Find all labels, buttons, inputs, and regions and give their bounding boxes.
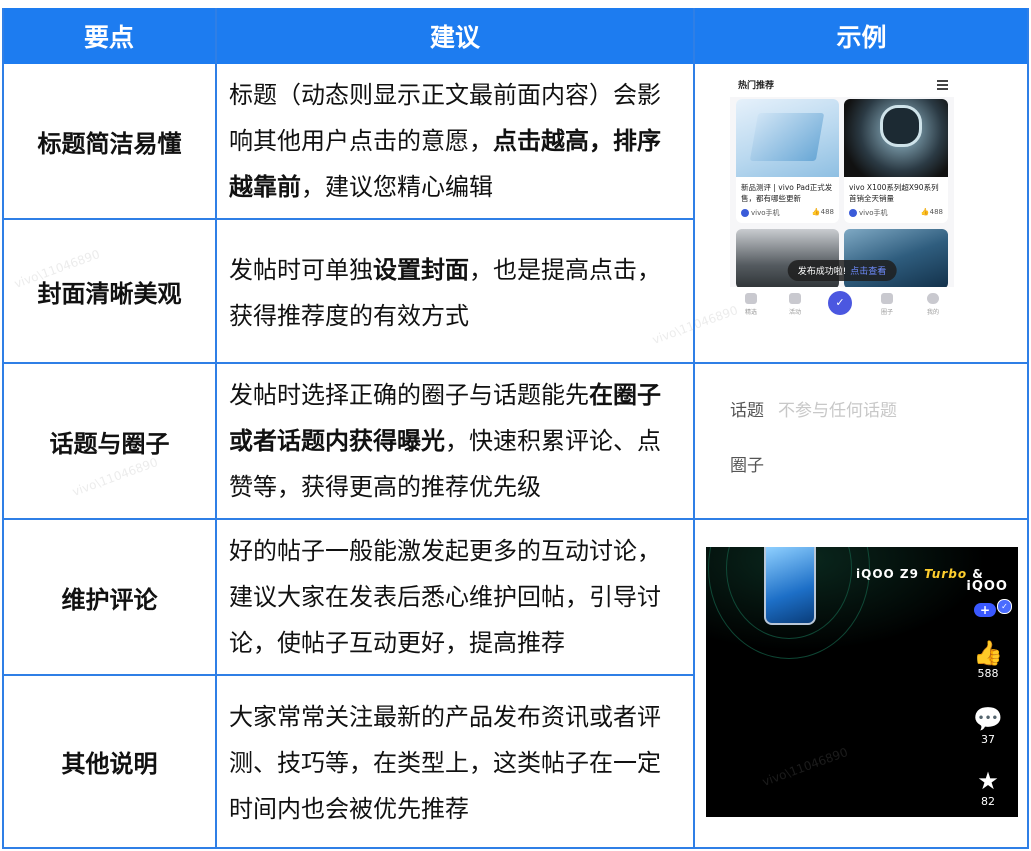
menu-icon — [937, 80, 948, 90]
favorite-button[interactable]: ★ 82 — [972, 767, 1004, 808]
topic-placeholder: 不参与任何话题 — [778, 401, 897, 421]
keypoint-topic: 话题与圈子 — [49, 429, 170, 458]
tablet-image — [736, 99, 839, 177]
tab-mine[interactable]: 我的 — [918, 293, 948, 316]
feed-header: 热门推荐 — [730, 75, 954, 97]
topic-field[interactable]: 话题 不参与任何话题 — [730, 396, 1010, 421]
comment-icon: 💬 — [973, 705, 1003, 733]
suggestion-text: 发帖时可单独设置封面，也是提高点击，获得推荐度的有效方式 — [217, 247, 693, 339]
phone-image — [764, 547, 816, 625]
heart-icon — [745, 293, 757, 304]
suggestion-segment: 好的帖子一般能激发起更多的互动讨论，建议大家在发表后悉心维护回帖，引导讨论，使帖… — [229, 537, 661, 657]
suggestion-segment: 发帖时可单独 — [229, 256, 373, 284]
header-suggestion: 建议 — [216, 8, 694, 64]
suggestion-segment: 发帖时选择正确的圈子与话题能先 — [229, 381, 589, 409]
avatar — [849, 209, 857, 217]
avatar — [741, 209, 749, 217]
suggestion-text: 大家常常关注最新的产品发布资讯或者评测、技巧等，在类型上，这类帖子在一定时间内也… — [217, 694, 693, 832]
emphasis-text: 设置封面 — [373, 256, 469, 284]
publish-check-button[interactable]: ✓ — [828, 291, 852, 315]
iqoo-logo: iQOO — [966, 579, 1008, 594]
phone-image — [844, 99, 948, 177]
suggestion-segment: ，建议您精心编辑 — [301, 173, 493, 201]
suggestion-text: 标题（动态则显示正文最前面内容）会影响其他用户点击的意愿，点击越高，排序越靠前，… — [217, 72, 693, 210]
keypoint-title: 标题简洁易懂 — [37, 129, 182, 158]
publish-success-toast: 发布成功啦! 点击查看 — [787, 260, 897, 281]
follow-button[interactable]: + — [974, 603, 996, 617]
comment-button[interactable]: 💬 37 — [972, 705, 1004, 746]
keypoint-other: 其他说明 — [61, 750, 158, 778]
thumb-icon: 👍 — [811, 208, 821, 216]
feed-card: 新品测评 | vivo Pad正式发售，都有哪些更新 vivo手机 👍488 — [736, 99, 839, 223]
header-example: 示例 — [694, 8, 1029, 64]
keypoint-comments: 维护评论 — [61, 585, 158, 614]
suggestion-text: 好的帖子一般能激发起更多的互动讨论，建议大家在发表后悉心维护回帖，引导讨论，使帖… — [217, 528, 693, 666]
header-keypoint: 要点 — [2, 8, 216, 64]
verified-icon: ✓ — [997, 599, 1012, 614]
bottom-tab-bar: 精选 活动 ✓ 圈子 我的 — [730, 287, 954, 325]
thumb-icon: 👍 — [920, 208, 930, 216]
keypoint-cover: 封面清晰美观 — [37, 279, 182, 308]
tab-featured[interactable]: 精选 — [736, 293, 766, 316]
diamond-icon — [881, 293, 893, 304]
example-video-screenshot: iQOO Z9 Turbo & iQOO + ✓ 👍 588 💬 37 ★ 82 — [706, 547, 1018, 817]
inbox-icon — [789, 293, 801, 304]
suggestion-segment: 大家常常关注最新的产品发布资讯或者评测、技巧等，在类型上，这类帖子在一定时间内也… — [229, 703, 661, 823]
star-icon: ★ — [977, 767, 999, 795]
view-link[interactable]: 点击查看 — [850, 267, 886, 277]
tab-circle[interactable]: 圈子 — [872, 293, 902, 316]
like-button[interactable]: 👍 588 — [972, 639, 1004, 680]
suggestion-text: 发帖时选择正确的圈子与话题能先在圈子或者话题内获得曝光，快速积累评论、点赞等，获… — [217, 372, 693, 510]
video-brand-text: iQOO Z9 Turbo & — [856, 567, 984, 581]
feed-card: vivo X100系列超X90系列首销全天销量 vivo手机 👍488 — [844, 99, 948, 223]
tab-activity[interactable]: 活动 — [780, 293, 810, 316]
example-feed-screenshot: 热门推荐 新品测评 | vivo Pad正式发售，都有哪些更新 vivo手机 👍… — [730, 75, 954, 325]
profile-icon — [927, 293, 939, 304]
thumbs-up-icon: 👍 — [973, 639, 1003, 667]
circle-field[interactable]: 圈子 — [730, 451, 1010, 476]
